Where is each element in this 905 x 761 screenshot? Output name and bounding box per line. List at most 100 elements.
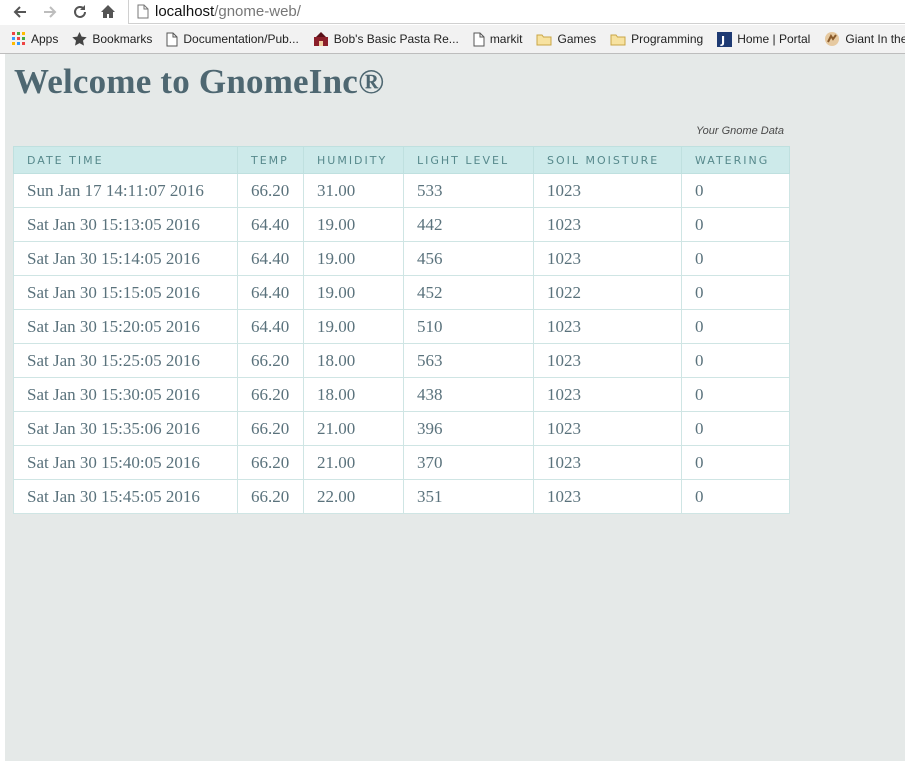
home-icon — [101, 5, 115, 18]
column-header-soil-moisture: Soil Moisture — [533, 146, 682, 174]
bookmark-games[interactable]: Games — [532, 28, 600, 50]
cell-date-time: Sun Jan 17 14:11:07 2016 — [13, 173, 238, 208]
cell-date-time: Sat Jan 30 15:40:05 2016 — [13, 445, 238, 480]
cell-light-level: 351 — [403, 479, 534, 514]
column-header-light-level: Light Level — [403, 146, 534, 174]
cell-light-level: 452 — [403, 275, 534, 310]
reload-button[interactable] — [70, 2, 90, 22]
table-row: Sat Jan 30 15:45:05 2016 66.20 22.00 351 102… — [13, 479, 790, 514]
cell-date-time: Sat Jan 30 15:30:05 2016 — [13, 377, 238, 412]
cell-temp: 66.20 — [237, 411, 304, 446]
table-header-row: Date Time Temp Humidity Light Level Soil… — [13, 146, 790, 174]
bookmark-label: Documentation/Pub... — [183, 32, 299, 46]
forward-arrow-icon — [44, 6, 57, 18]
bookmark-label: Games — [557, 32, 597, 46]
browser-toolbar: localhost/gnome-web/ — [0, 0, 905, 24]
reload-icon — [74, 5, 86, 18]
cell-humidity: 18.00 — [303, 377, 404, 412]
bookmark-markit[interactable]: markit — [469, 28, 527, 50]
column-header-date-time: Date Time — [13, 146, 238, 174]
back-arrow-icon — [13, 6, 26, 18]
url-path: /gnome-web/ — [214, 3, 301, 20]
cell-humidity: 22.00 — [303, 479, 404, 514]
bookmark-home-portal[interactable]: J Home | Portal — [713, 28, 814, 50]
cell-date-time: Sat Jan 30 15:35:06 2016 — [13, 411, 238, 446]
table-row: Sat Jan 30 15:13:05 2016 64.40 19.00 442 102… — [13, 207, 790, 242]
cell-temp: 64.40 — [237, 309, 304, 344]
site-favicon-icon — [313, 32, 328, 46]
table-row: Sat Jan 30 15:35:06 2016 66.20 21.00 396 102… — [13, 411, 790, 446]
cell-watering: 0 — [681, 173, 790, 208]
cell-light-level: 396 — [403, 411, 534, 446]
cell-soil-moisture: 1023 — [533, 377, 682, 412]
bookmark-giant[interactable]: Giant In the P — [820, 28, 905, 50]
cell-watering: 0 — [681, 445, 790, 480]
star-icon — [72, 32, 88, 46]
table-row: Sat Jan 30 15:15:05 2016 64.40 19.00 452 102… — [13, 275, 790, 310]
bookmarks-bar: Apps Bookmarks Documentation/Pub... Bob'… — [0, 25, 905, 54]
page-icon — [473, 32, 485, 46]
bookmark-label: Home | Portal — [737, 32, 811, 46]
bookmark-label: Bookmarks — [92, 32, 153, 46]
cell-humidity: 31.00 — [303, 173, 404, 208]
column-header-humidity: Humidity — [303, 146, 404, 174]
home-button[interactable] — [98, 2, 118, 22]
bookmark-bookmarks[interactable]: Bookmarks — [68, 28, 156, 50]
cell-soil-moisture: 1023 — [533, 173, 682, 208]
folder-icon — [610, 34, 626, 45]
folder-icon — [536, 34, 552, 45]
cell-humidity: 19.00 — [303, 241, 404, 276]
cell-temp: 66.20 — [237, 343, 304, 378]
svg-text:J: J — [720, 34, 725, 47]
cell-light-level: 442 — [403, 207, 534, 242]
bookmark-apps[interactable]: Apps — [8, 28, 62, 50]
cell-humidity: 21.00 — [303, 411, 404, 446]
back-button[interactable] — [10, 2, 30, 22]
cell-humidity: 19.00 — [303, 275, 404, 310]
column-header-watering: Watering — [681, 146, 790, 174]
bookmark-programming[interactable]: Programming — [606, 28, 707, 50]
cell-light-level: 563 — [403, 343, 534, 378]
cell-date-time: Sat Jan 30 15:13:05 2016 — [13, 207, 238, 242]
cell-watering: 0 — [681, 241, 790, 276]
page-content: Welcome to GnomeInc® Your Gnome Data Dat… — [5, 54, 905, 761]
cell-humidity: 21.00 — [303, 445, 404, 480]
bookmark-label: markit — [489, 32, 523, 46]
cell-temp: 66.20 — [237, 173, 304, 208]
table-row: Sat Jan 30 15:20:05 2016 64.40 19.00 510 102… — [13, 309, 790, 344]
column-header-temp: Temp — [237, 146, 304, 174]
cell-watering: 0 — [681, 479, 790, 514]
table-row: Sun Jan 17 14:11:07 2016 66.20 31.00 533 102… — [13, 173, 790, 208]
cell-humidity: 18.00 — [303, 343, 404, 378]
address-bar[interactable]: localhost/gnome-web/ — [128, 0, 905, 24]
cell-humidity: 19.00 — [303, 309, 404, 344]
cell-soil-moisture: 1023 — [533, 479, 682, 514]
bookmark-documentation[interactable]: Documentation/Pub... — [162, 28, 302, 50]
cell-temp: 66.20 — [237, 479, 304, 514]
cell-soil-moisture: 1023 — [533, 309, 682, 344]
cell-watering: 0 — [681, 377, 790, 412]
cell-date-time: Sat Jan 30 15:45:05 2016 — [13, 479, 238, 514]
cell-watering: 0 — [681, 411, 790, 446]
forward-button[interactable] — [40, 2, 60, 22]
cell-watering: 0 — [681, 275, 790, 310]
cell-temp: 64.40 — [237, 207, 304, 242]
table-row: Sat Jan 30 15:14:05 2016 64.40 19.00 456 102… — [13, 241, 790, 276]
bookmark-pasta[interactable]: Bob's Basic Pasta Re... — [309, 28, 463, 50]
cell-watering: 0 — [681, 343, 790, 378]
url-host: localhost — [155, 3, 215, 20]
cell-light-level: 438 — [403, 377, 534, 412]
cell-humidity: 19.00 — [303, 207, 404, 242]
cell-watering: 0 — [681, 207, 790, 242]
bookmark-label: Apps — [31, 32, 59, 46]
cell-date-time: Sat Jan 30 15:15:05 2016 — [13, 275, 238, 310]
url-text: localhost/gnome-web/ — [155, 3, 301, 20]
cell-light-level: 370 — [403, 445, 534, 480]
giant-favicon-icon — [825, 32, 840, 46]
cell-light-level: 510 — [403, 309, 534, 344]
cell-temp: 66.20 — [237, 377, 304, 412]
bookmark-label: Programming — [631, 32, 704, 46]
j-favicon-icon: J — [717, 31, 733, 47]
cell-light-level: 533 — [403, 173, 534, 208]
table-row: Sat Jan 30 15:40:05 2016 66.20 21.00 370 102… — [13, 445, 790, 480]
